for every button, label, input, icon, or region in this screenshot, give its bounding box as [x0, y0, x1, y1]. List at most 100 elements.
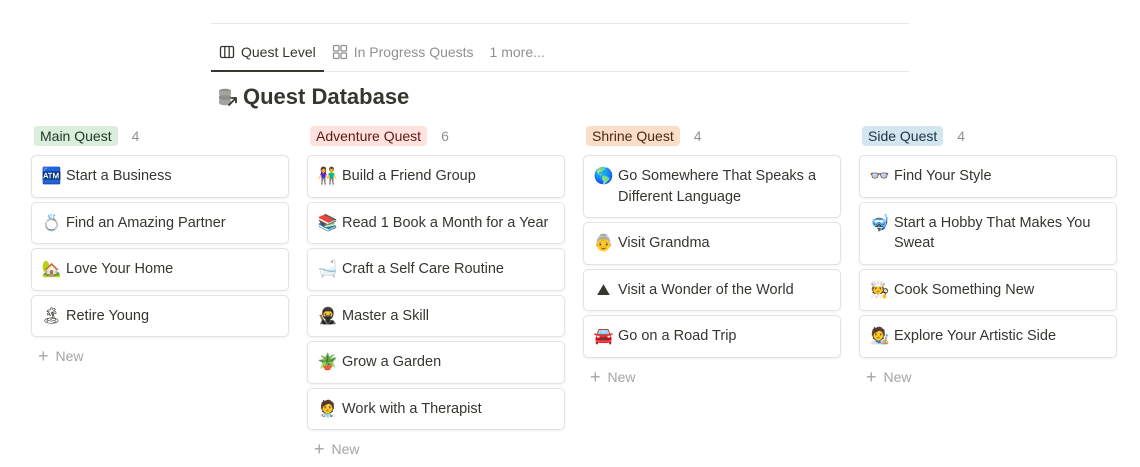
card-title: Find Your Style — [894, 168, 992, 184]
plus-icon: + — [866, 366, 877, 387]
card-emoji-icon: 🏡 — [41, 259, 62, 278]
quest-card[interactable]: ⛰ Visit a Wonder of the World — [583, 268, 841, 311]
column-count: 4 — [131, 128, 140, 144]
card-emoji-icon: 📚 — [317, 212, 338, 232]
new-card-button[interactable]: + New — [583, 362, 841, 392]
column-count: 4 — [957, 128, 966, 144]
quest-card[interactable]: 🤿 Start a Hobby That Makes You Sweat — [859, 201, 1117, 265]
quest-card[interactable]: 📚 Read 1 Book a Month for a Year — [307, 201, 565, 244]
notion-page: Quest Level In Progress Quests 1 more... — [0, 0, 1140, 467]
database-link-icon — [217, 86, 239, 108]
card-title: Retire Young — [66, 307, 150, 324]
new-card-button[interactable]: + New — [31, 341, 289, 371]
quest-card[interactable]: 👵 Visit Grandma — [583, 222, 841, 265]
card-emoji-icon: 🧑‍🍳 — [869, 279, 890, 299]
tab-quest-level[interactable]: Quest Level — [211, 33, 324, 72]
new-label: New — [607, 368, 636, 385]
quest-card[interactable]: 🏡 Love Your Home — [31, 248, 289, 291]
column-count: 4 — [693, 128, 702, 144]
board-icon — [219, 44, 235, 60]
new-label: New — [883, 368, 912, 385]
card-title: Build a Friend Group — [342, 168, 476, 184]
quest-card[interactable]: 👫 Build a Friend Group — [307, 155, 565, 198]
card-title: Visit a Wonder of the World — [618, 281, 794, 298]
plus-icon: + — [38, 346, 49, 366]
card-emoji-icon: ⛰ — [596, 279, 611, 299]
card-emoji-icon: 🤿 — [869, 212, 890, 232]
card-emoji-icon: 💍 — [41, 212, 62, 232]
card-list: 🌎 Go Somewhere That Speaks a Different La… — [583, 155, 841, 358]
card-emoji-icon: 👵 — [593, 233, 614, 252]
column-main-quest: Main Quest 4 🏧 Start a Business 💍 Find an A… — [31, 125, 289, 464]
card-title: Go on a Road Trip — [618, 328, 737, 344]
quest-card[interactable]: 🧑‍🍳 Cook Something New — [859, 268, 1117, 311]
card-title: Visit Grandma — [618, 235, 710, 251]
card-title: Master a Skill — [342, 307, 430, 324]
column-header[interactable]: Main Quest 4 — [31, 125, 289, 147]
column-header[interactable]: Side Quest 4 — [859, 125, 1117, 147]
database-title[interactable]: Quest Database — [217, 82, 409, 112]
quest-card[interactable]: 👓 Find Your Style — [859, 155, 1117, 198]
quest-card[interactable]: 🧑‍⚕️ Work with a Therapist — [307, 387, 565, 430]
tab-label: In Progress Quests — [353, 44, 474, 60]
quest-card[interactable]: 🥷 Master a Skill — [307, 294, 565, 337]
view-tabs: Quest Level In Progress Quests 1 more... — [211, 33, 909, 72]
new-label: New — [331, 441, 360, 457]
quest-card[interactable]: 🏧 Start a Business — [31, 155, 289, 198]
card-emoji-icon: 🧑‍⚕️ — [317, 398, 338, 418]
tab-label: Quest Level — [241, 44, 316, 60]
new-label: New — [55, 348, 84, 364]
column-group-pill: Main Quest — [34, 126, 118, 146]
quest-card[interactable]: 💍 Find an Amazing Partner — [31, 201, 289, 244]
card-title: Cook Something New — [894, 281, 1035, 298]
column-header[interactable]: Shrine Quest 4 — [583, 125, 841, 147]
column-adventure-quest: Adventure Quest 6 👫 Build a Friend Group 📚… — [307, 125, 565, 464]
new-card-button[interactable]: + New — [859, 362, 1117, 392]
column-side-quest: Side Quest 4 👓 Find Your Style 🤿 Start a Ho… — [859, 125, 1117, 464]
quest-card[interactable]: 🧑‍🎨 Explore Your Artistic Side — [859, 315, 1117, 358]
card-title: Find an Amazing Partner — [66, 214, 226, 231]
card-emoji-icon: 👫 — [317, 166, 338, 185]
card-emoji-icon: 🏝 — [41, 305, 62, 325]
card-emoji-icon: 👓 — [869, 166, 890, 185]
card-emoji-icon: 🥷 — [317, 305, 338, 325]
gallery-icon — [332, 44, 348, 60]
card-title: Start a Hobby That Makes You Sweat — [894, 214, 1091, 252]
card-title: Love Your Home — [66, 261, 174, 277]
card-emoji-icon: 🧑‍🎨 — [869, 326, 890, 345]
quest-card[interactable]: 🚘 Go on a Road Trip — [583, 315, 841, 358]
database-title-text: Quest Database — [243, 84, 410, 109]
card-emoji-icon: 🏧 — [41, 166, 62, 185]
card-list: 👓 Find Your Style 🤿 Start a Hobby That Make… — [859, 155, 1117, 358]
card-title: Craft a Self Care Routine — [342, 261, 504, 277]
column-count: 6 — [441, 128, 449, 144]
top-divider — [211, 23, 909, 24]
card-emoji-icon: 🛁 — [317, 259, 338, 278]
card-title: Grow a Garden — [342, 354, 442, 370]
card-title: Work with a Therapist — [342, 400, 482, 417]
quest-card[interactable]: 🏝 Retire Young — [31, 294, 289, 337]
card-emoji-icon: 🌎 — [593, 166, 614, 185]
kanban-board: Main Quest 4 🏧 Start a Business 💍 Find an A… — [31, 125, 1117, 464]
card-emoji-icon: 🚘 — [593, 326, 614, 345]
column-header[interactable]: Adventure Quest 6 — [307, 125, 565, 147]
plus-icon: + — [314, 439, 325, 459]
card-list: 👫 Build a Friend Group 📚 Read 1 Book a Mont… — [307, 155, 565, 430]
plus-icon: + — [590, 366, 601, 387]
quest-card[interactable]: 🪴 Grow a Garden — [307, 341, 565, 384]
column-group-pill: Adventure Quest — [310, 126, 428, 146]
card-title: Start a Business — [66, 168, 172, 184]
card-title: Read 1 Book a Month for a Year — [342, 214, 549, 231]
card-title: Go Somewhere That Speaks a Different Lan… — [618, 168, 817, 205]
card-title: Explore Your Artistic Side — [894, 328, 1057, 344]
tab-in-progress-quests[interactable]: In Progress Quests — [324, 33, 482, 71]
column-shrine-quest: Shrine Quest 4 🌎 Go Somewhere That Speaks… — [583, 125, 841, 464]
quest-card[interactable]: 🌎 Go Somewhere That Speaks a Different La… — [583, 155, 841, 218]
new-card-button[interactable]: + New — [307, 434, 565, 464]
card-emoji-icon: 🪴 — [317, 352, 338, 371]
column-group-pill: Shrine Quest — [586, 126, 680, 146]
more-views-button[interactable]: 1 more... — [482, 33, 553, 71]
quest-card[interactable]: 🛁 Craft a Self Care Routine — [307, 248, 565, 291]
card-list: 🏧 Start a Business 💍 Find an Amazing Partne… — [31, 155, 289, 337]
column-group-pill: Side Quest — [862, 126, 944, 146]
